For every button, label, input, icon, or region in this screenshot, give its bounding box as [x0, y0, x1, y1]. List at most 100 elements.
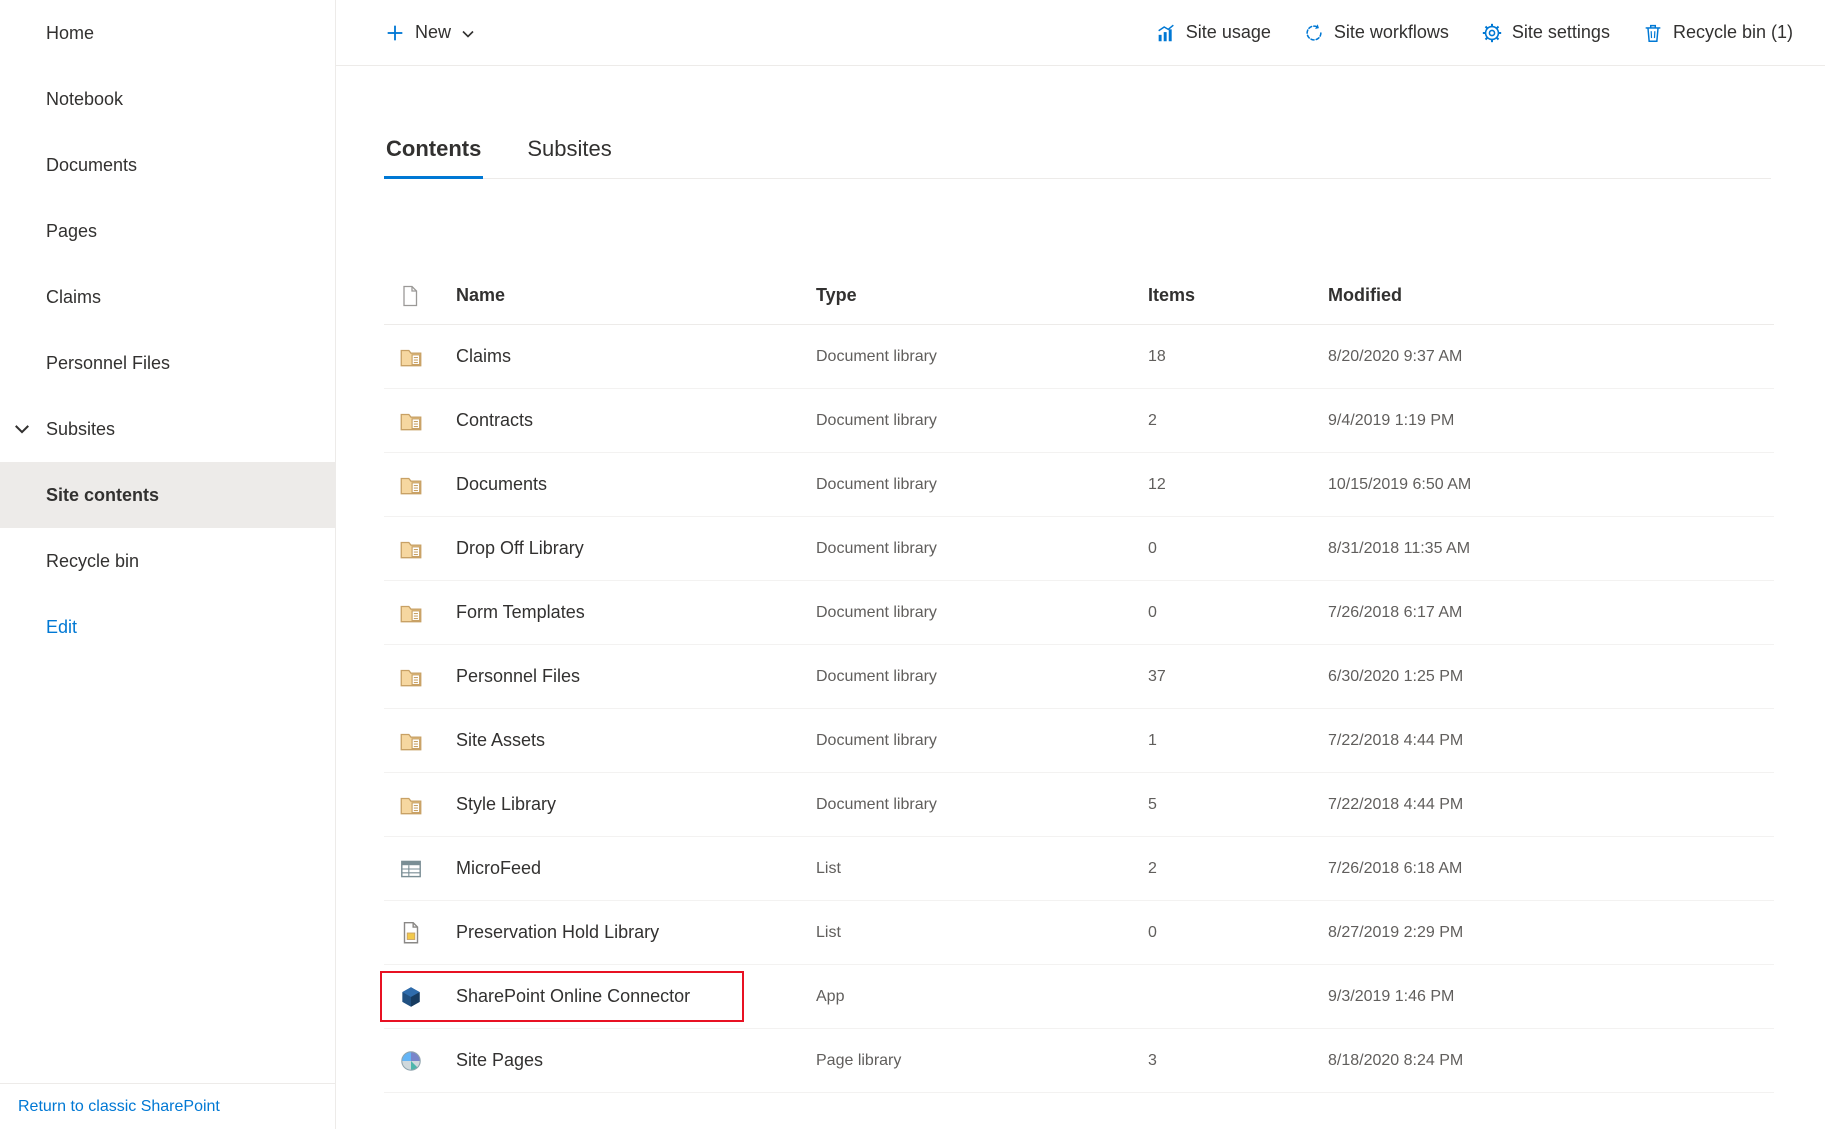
sidebar-item-recycle-bin[interactable]: Recycle bin — [0, 528, 335, 594]
item-type: App — [816, 988, 844, 1005]
doclib-icon — [398, 664, 424, 690]
sidebar-item-label: Subsites — [46, 419, 115, 440]
column-header-type[interactable]: Type — [816, 285, 1148, 306]
doclib-icon — [398, 472, 424, 498]
sidebar-item-label: Edit — [46, 617, 77, 638]
column-header-items[interactable]: Items — [1148, 285, 1328, 306]
column-header-modified[interactable]: Modified — [1328, 285, 1774, 306]
item-modified: 6/30/2020 1:25 PM — [1328, 668, 1463, 685]
item-name-link[interactable]: Site Assets — [456, 730, 545, 750]
table-row[interactable]: Contracts Document library 2 9/4/2019 1:… — [384, 389, 1774, 453]
new-button[interactable]: New — [384, 22, 476, 44]
item-name-link[interactable]: Style Library — [456, 794, 556, 814]
sidebar-item-documents[interactable]: Documents — [0, 132, 335, 198]
item-name-link[interactable]: Contracts — [456, 410, 533, 430]
row-modified-cell: 10/15/2019 6:50 AM — [1328, 476, 1774, 494]
sidebar-item-pages[interactable]: Pages — [0, 198, 335, 264]
sidebar-item-notebook[interactable]: Notebook — [0, 66, 335, 132]
column-header-name[interactable]: Name — [456, 285, 816, 306]
recycle-bin-1-button[interactable]: Recycle bin (1) — [1642, 22, 1793, 44]
row-items-cell: 18 — [1148, 348, 1328, 366]
item-name-link[interactable]: MicroFeed — [456, 858, 541, 878]
item-count: 2 — [1148, 860, 1157, 877]
row-icon-cell — [384, 728, 456, 754]
site-workflows-button[interactable]: Site workflows — [1303, 22, 1449, 44]
doclib-icon — [398, 600, 424, 626]
item-name-link[interactable]: Form Templates — [456, 602, 585, 622]
table-row[interactable]: Drop Off Library Document library 0 8/31… — [384, 517, 1774, 581]
file-icon — [398, 284, 422, 308]
row-icon-cell — [384, 984, 456, 1010]
item-count: 3 — [1148, 1052, 1157, 1069]
sitepages-icon — [398, 1048, 424, 1074]
row-modified-cell: 7/26/2018 6:17 AM — [1328, 604, 1774, 622]
tab-contents[interactable]: Contents — [384, 126, 483, 178]
item-name-link[interactable]: Preservation Hold Library — [456, 922, 659, 942]
sidebar-item-label: Claims — [46, 287, 101, 308]
table-row[interactable]: Documents Document library 12 10/15/2019… — [384, 453, 1774, 517]
row-name-cell: Documents — [456, 474, 816, 495]
row-items-cell: 2 — [1148, 412, 1328, 430]
sidebar-item-edit[interactable]: Edit — [0, 594, 335, 660]
item-name-link[interactable]: Personnel Files — [456, 666, 580, 686]
sidebar-item-label: Pages — [46, 221, 97, 242]
row-icon-cell — [384, 536, 456, 562]
tab-subsites[interactable]: Subsites — [525, 126, 613, 178]
item-count: 37 — [1148, 668, 1166, 685]
row-modified-cell: 9/4/2019 1:19 PM — [1328, 412, 1774, 430]
row-items-cell: 3 — [1148, 1052, 1328, 1070]
row-modified-cell: 6/30/2020 1:25 PM — [1328, 668, 1774, 686]
trash-icon — [1642, 22, 1664, 44]
table-row[interactable]: Preservation Hold Library List 0 8/27/20… — [384, 901, 1774, 965]
row-modified-cell: 7/26/2018 6:18 AM — [1328, 860, 1774, 878]
item-type: Document library — [816, 476, 937, 493]
item-modified: 7/26/2018 6:17 AM — [1328, 604, 1462, 621]
doclib-icon — [398, 728, 424, 754]
row-icon-cell — [384, 664, 456, 690]
content-area: Contents Subsites Name Type Items Modifi… — [336, 66, 1825, 1093]
row-name-cell: Form Templates — [456, 602, 816, 623]
item-name-link[interactable]: SharePoint Online Connector — [456, 986, 690, 1006]
table-row[interactable]: Personnel Files Document library 37 6/30… — [384, 645, 1774, 709]
return-to-classic-link[interactable]: Return to classic SharePoint — [18, 1098, 220, 1116]
table-row[interactable]: Form Templates Document library 0 7/26/2… — [384, 581, 1774, 645]
table-row[interactable]: Site Pages Page library 3 8/18/2020 8:24… — [384, 1029, 1774, 1093]
row-name-cell: Site Pages — [456, 1050, 816, 1071]
table-row[interactable]: SharePoint Online Connector App 9/3/2019… — [384, 965, 1774, 1029]
row-name-cell: Site Assets — [456, 730, 816, 751]
table-row[interactable]: Site Assets Document library 1 7/22/2018… — [384, 709, 1774, 773]
item-type: Document library — [816, 668, 937, 685]
toolbar-action-label: Site workflows — [1334, 22, 1449, 43]
sidebar-item-subsites[interactable]: Subsites — [0, 396, 335, 462]
sidebar-item-personnel-files[interactable]: Personnel Files — [0, 330, 335, 396]
command-bar: New Site usage Site workflows Site setti… — [336, 0, 1825, 66]
row-type-cell: Document library — [816, 796, 1148, 814]
item-type: Document library — [816, 412, 937, 429]
row-type-cell: App — [816, 988, 1148, 1006]
item-name-link[interactable]: Site Pages — [456, 1050, 543, 1070]
row-type-cell: Document library — [816, 348, 1148, 366]
site-settings-button[interactable]: Site settings — [1481, 22, 1610, 44]
sidebar-item-site-contents[interactable]: Site contents — [0, 462, 335, 528]
sidebar-item-home[interactable]: Home — [0, 0, 335, 66]
chevron-down-icon — [12, 419, 32, 439]
row-icon-cell — [384, 408, 456, 434]
toolbar-action-label: Recycle bin (1) — [1673, 22, 1793, 43]
table-row[interactable]: Claims Document library 18 8/20/2020 9:3… — [384, 325, 1774, 389]
row-icon-cell — [384, 472, 456, 498]
table-row[interactable]: MicroFeed List 2 7/26/2018 6:18 AM — [384, 837, 1774, 901]
item-name-link[interactable]: Claims — [456, 346, 511, 366]
table-row[interactable]: Style Library Document library 5 7/22/20… — [384, 773, 1774, 837]
row-name-cell: Personnel Files — [456, 666, 816, 687]
item-count: 12 — [1148, 476, 1166, 493]
row-name-cell: MicroFeed — [456, 858, 816, 879]
sidebar-item-label: Documents — [46, 155, 137, 176]
item-modified: 7/26/2018 6:18 AM — [1328, 860, 1462, 877]
sidebar-item-claims[interactable]: Claims — [0, 264, 335, 330]
item-name-link[interactable]: Documents — [456, 474, 547, 494]
item-name-link[interactable]: Drop Off Library — [456, 538, 584, 558]
app-icon — [398, 984, 424, 1010]
gear-icon — [1481, 22, 1503, 44]
site-usage-button[interactable]: Site usage — [1155, 22, 1271, 44]
row-icon-cell — [384, 920, 456, 946]
